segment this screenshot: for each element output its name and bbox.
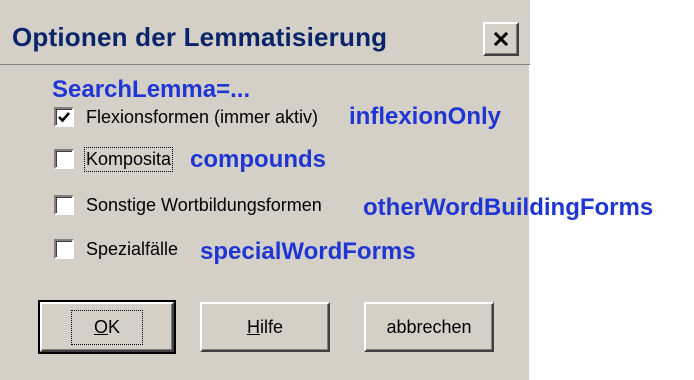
option-inflexion[interactable]: Flexionsformen (immer aktiv) — [54, 106, 318, 128]
options-dialog: Optionen der Lemmatisierung SearchLemma=… — [0, 0, 653, 380]
option-other-word-building[interactable]: Sonstige Wortbildungsformen — [54, 194, 322, 216]
annotation-inflexion-only: inflexionOnly — [349, 103, 502, 130]
dialog-title: Optionen der Lemmatisierung — [12, 22, 388, 52]
annotation-search-lemma: SearchLemma=... — [52, 76, 251, 103]
close-icon — [493, 31, 509, 47]
option-compounds[interactable]: Komposita — [54, 146, 174, 172]
option-special-cases[interactable]: Spezialfälle — [54, 238, 178, 260]
option-label-inflexion: Flexionsformen (immer aktiv) — [86, 106, 319, 127]
ok-button[interactable]: OK — [38, 300, 176, 354]
checkbox-inflexion[interactable] — [54, 107, 74, 127]
help-button[interactable]: Hilfe — [200, 302, 330, 352]
checkbox-other-word-building[interactable] — [54, 195, 74, 215]
close-button[interactable] — [483, 22, 519, 56]
annotation-special-word-forms: specialWordForms — [200, 238, 416, 265]
annotation-compounds: compounds — [190, 146, 326, 173]
option-label-special-cases: Spezialfälle — [86, 238, 179, 259]
option-label-compounds: Komposita — [83, 146, 174, 172]
title-bar[interactable]: Optionen der Lemmatisierung — [0, 0, 530, 65]
checkbox-compounds[interactable] — [54, 149, 74, 169]
option-label-other-word-building: Sonstige Wortbildungsformen — [86, 194, 322, 215]
checkmark-icon — [58, 112, 70, 123]
checkbox-special-cases[interactable] — [54, 239, 74, 259]
annotation-other-word-building-forms: otherWordBuildingForms — [363, 194, 654, 221]
cancel-button[interactable]: abbrechen — [364, 302, 494, 352]
